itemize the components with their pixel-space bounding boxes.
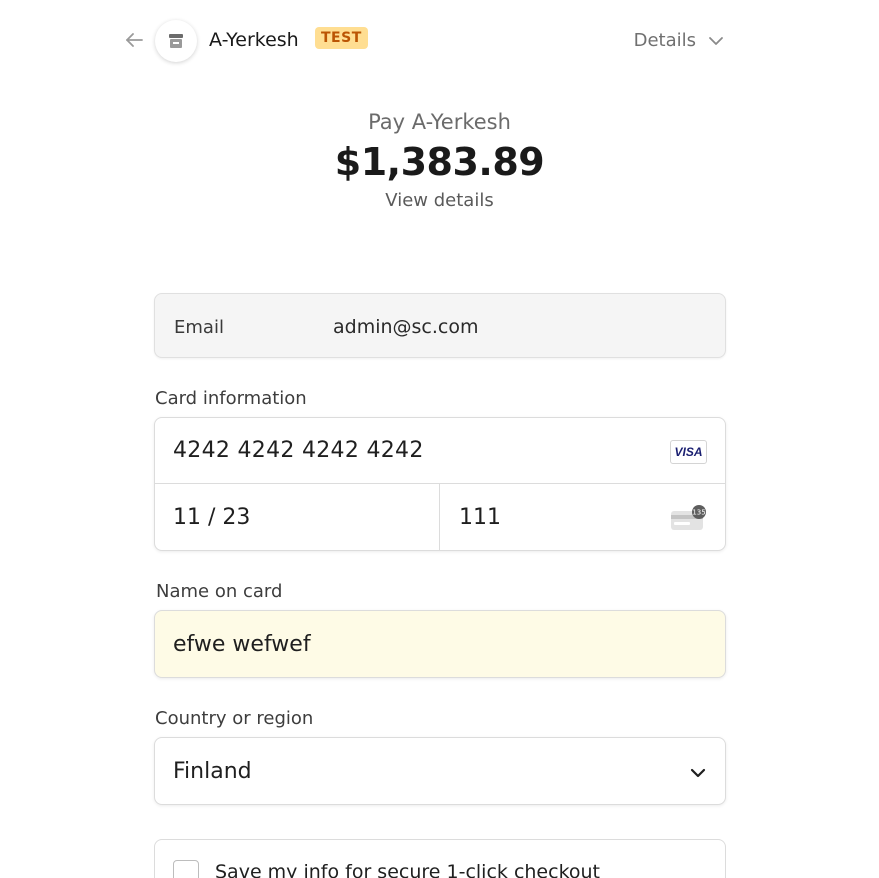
checkout-header: A-Yerkesh TEST Details [120, 20, 726, 62]
card-expiry-input[interactable]: 11 / 23 [155, 484, 440, 551]
country-select[interactable]: Finland [154, 737, 726, 805]
card-cvc-value: 111 [459, 505, 501, 530]
chevron-down-icon [709, 36, 723, 45]
test-mode-badge: TEST [315, 27, 368, 49]
country-label: Country or region [155, 708, 314, 729]
pay-label: Pay A-Yerkesh [368, 110, 511, 134]
save-info-panel: Save my info for secure 1-click checkout [154, 839, 726, 878]
card-information-label: Card information [155, 388, 307, 409]
total-amount: $1,383.89 [334, 140, 545, 184]
email-label: Email [174, 317, 224, 338]
cvc-card-icon: 135 [671, 505, 706, 530]
view-details-link[interactable]: View details [385, 190, 493, 211]
name-on-card-label: Name on card [156, 581, 283, 602]
details-label: Details [633, 30, 696, 51]
card-cvc-input[interactable]: 111 135 [440, 484, 726, 551]
card-expiry-value: 11 / 23 [173, 505, 251, 530]
visa-brand-icon: VISA [670, 440, 707, 464]
merchant-name: A-Yerkesh [209, 29, 299, 51]
save-info-label: Save my info for secure 1-click checkout [215, 861, 601, 878]
card-number-value: 4242 4242 4242 4242 [173, 438, 424, 463]
country-value: Finland [173, 759, 252, 784]
back-arrow-icon[interactable] [122, 28, 146, 52]
order-summary: Pay A-Yerkesh $1,383.89 View details [0, 110, 879, 211]
save-info-checkbox[interactable] [173, 860, 199, 878]
details-toggle-button[interactable]: Details [634, 30, 726, 51]
name-on-card-value: efwe wefwef [173, 632, 311, 657]
name-on-card-input[interactable]: efwe wefwef [154, 610, 726, 678]
store-icon [169, 34, 183, 48]
email-value: admin@sc.com [333, 316, 479, 338]
card-number-input[interactable]: 4242 4242 4242 4242 VISA [155, 418, 725, 484]
email-field[interactable]: Email admin@sc.com [154, 293, 726, 358]
store-logo [155, 20, 197, 62]
chevron-down-icon [690, 768, 706, 778]
cvc-hint-text: 135 [692, 509, 705, 517]
card-information-group: 4242 4242 4242 4242 VISA 11 / 23 111 135 [154, 417, 726, 551]
